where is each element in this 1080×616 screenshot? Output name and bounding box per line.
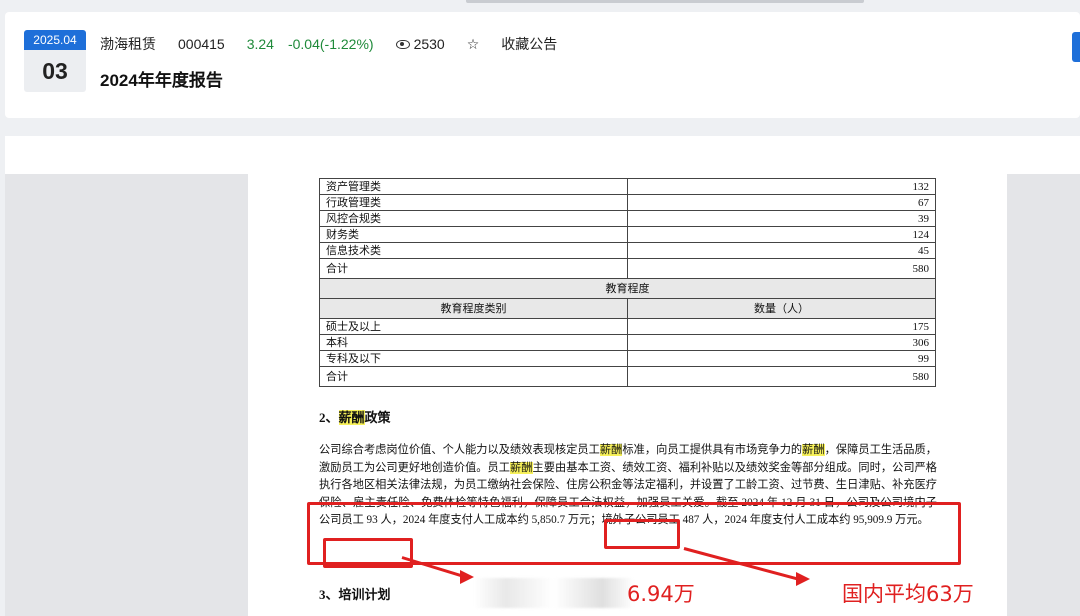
table-header-row: 教育程度类别 数量（人） <box>319 298 936 319</box>
table-cell: 合计 <box>319 258 628 279</box>
section-heading-training: 3、培训计划 <box>319 587 391 602</box>
date-day: 03 <box>24 50 86 92</box>
search-highlight: 薪酬 <box>510 461 533 474</box>
date-badge: 2025.04 03 <box>24 30 86 92</box>
favorite-label: 收藏公告 <box>501 36 558 52</box>
table-row: 合计 580 <box>319 366 936 387</box>
annotation-box-domestic <box>604 519 680 549</box>
annotation-arrow-head <box>796 572 810 586</box>
table-row: 本科 306 <box>319 334 936 351</box>
eye-icon <box>395 39 410 49</box>
table-cell: 99 <box>627 350 936 367</box>
table-row: 合计 580 <box>319 258 936 279</box>
table-cell: 财务类 <box>319 226 628 243</box>
table-cell: 信息技术类 <box>319 242 628 259</box>
viewer-gutter-right <box>1007 174 1080 616</box>
view-count: 2530 <box>395 36 445 52</box>
date-month: 2025.04 <box>24 30 86 50</box>
table-row: 行政管理类 67 <box>319 194 936 211</box>
announcement-header: 2025.04 03 渤海租赁 000415 3.24 -0.04(-1.22%… <box>5 12 1080 118</box>
section-heading-salary: 2、薪酬政策 <box>319 407 391 426</box>
view-count-value: 2530 <box>413 36 445 52</box>
search-highlight: 薪酬 <box>338 410 365 425</box>
viewer-gutter-left <box>5 174 248 616</box>
table-row: 硕士及以上 175 <box>319 318 936 335</box>
section-heading-text: 政策 <box>364 410 391 425</box>
obscured-annotation <box>474 578 634 608</box>
table-row: 教育程度 <box>319 278 936 299</box>
table-cell: 硕士及以上 <box>319 318 628 335</box>
table-cell: 175 <box>627 318 936 335</box>
table-section-title: 教育程度 <box>319 278 936 299</box>
table-cell: 本科 <box>319 334 628 351</box>
table-cell: 132 <box>627 178 936 195</box>
price-change: -0.04(-1.22%) <box>287 36 374 52</box>
table-header-cell: 教育程度类别 <box>319 298 628 319</box>
table-cell: 124 <box>627 226 936 243</box>
table-cell: 专科及以下 <box>319 350 628 367</box>
table-row: 风控合规类 39 <box>319 210 936 227</box>
table-cell: 资产管理类 <box>319 178 628 195</box>
table-cell: 580 <box>627 366 936 387</box>
table-cell: 风控合规类 <box>319 210 628 227</box>
stock-price: 3.24 <box>246 36 274 52</box>
table-cell: 67 <box>627 194 936 211</box>
paragraph-text: 公司综合考虑岗位价值、个人能力以及绩效表现核定员工 <box>319 444 600 456</box>
stock-meta-row: 渤海租赁 000415 3.24 -0.04(-1.22%) 2530 ☆ 收藏… <box>100 34 557 54</box>
annotation-box-overseas <box>323 538 413 568</box>
table-cell: 行政管理类 <box>319 194 628 211</box>
table-cell: 39 <box>627 210 936 227</box>
annotation-arrow-head <box>460 570 474 584</box>
section-number: 2、 <box>319 410 339 425</box>
annotation-overseas-avg: 6.94万 <box>627 582 695 606</box>
department-table: 资产管理类 132 行政管理类 67 风控合规类 39 财务类 124 信息技术类 45 合计 5… <box>319 178 936 387</box>
top-scroll-indicator <box>466 0 864 3</box>
table-row: 专科及以下 99 <box>319 350 936 367</box>
table-cell: 合计 <box>319 366 628 387</box>
search-highlight: 薪酬 <box>599 444 623 456</box>
side-action-button[interactable] <box>1072 32 1080 62</box>
search-highlight: 薪酬 <box>802 444 825 456</box>
table-row: 信息技术类 45 <box>319 242 936 259</box>
table-cell: 306 <box>627 334 936 351</box>
report-title: 2024年年度报告 <box>100 71 223 90</box>
table-header-cell: 数量（人） <box>627 298 936 319</box>
favorite-button[interactable]: ☆ 收藏公告 <box>467 34 558 54</box>
table-row: 资产管理类 132 <box>319 178 936 195</box>
company-name[interactable]: 渤海租赁 <box>100 34 156 54</box>
stock-code[interactable]: 000415 <box>178 36 225 52</box>
table-cell: 580 <box>627 258 936 279</box>
table-cell: 45 <box>627 242 936 259</box>
paragraph-text: 标准，向员工提供具有市场竞争力的 <box>622 444 803 456</box>
star-icon: ☆ <box>466 35 480 52</box>
annotation-domestic-avg: 国内平均63万 <box>842 582 974 606</box>
table-row: 财务类 124 <box>319 226 936 243</box>
